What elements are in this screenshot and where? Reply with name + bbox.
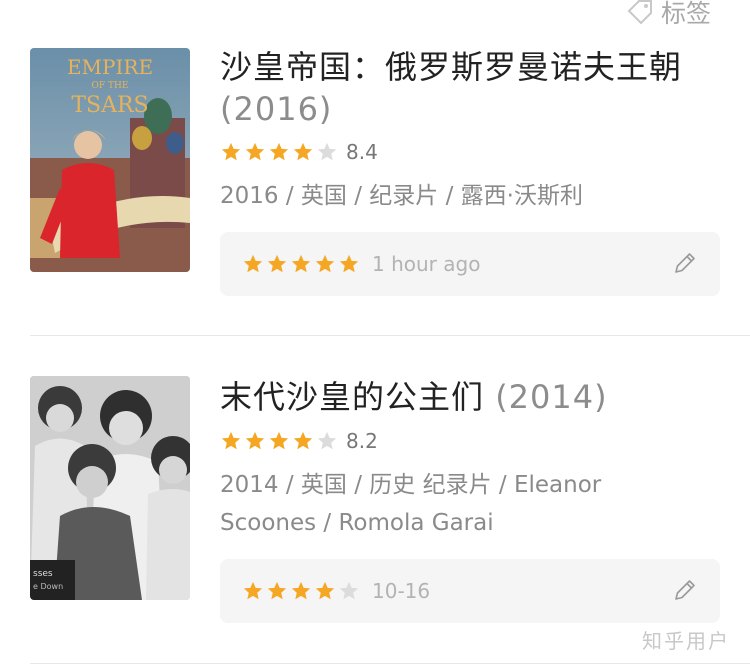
poster-text-line1: sses xyxy=(33,569,53,579)
rating-row: 8.4 xyxy=(220,139,378,165)
star-icon xyxy=(339,254,359,273)
my-rating-box[interactable]: 10-16 xyxy=(220,559,720,623)
poster-text-line2: e Down xyxy=(33,582,63,591)
my-rating-time: 10-16 xyxy=(372,579,431,603)
poster-image[interactable]: sses e Down xyxy=(30,376,190,600)
list-item: EMPIRE OF THE TSARS 沙皇帝国：俄罗斯罗曼诺夫王朝 (2016… xyxy=(0,0,750,336)
title-text: 沙皇帝国：俄罗斯罗曼诺夫王朝 xyxy=(220,48,683,86)
edit-icon[interactable] xyxy=(672,577,698,603)
my-rating-box[interactable]: 1 hour ago xyxy=(220,232,720,296)
star-icon xyxy=(293,431,313,450)
poster-title-line1: EMPIRE xyxy=(67,55,153,79)
star-icon xyxy=(245,142,265,161)
rating-stars xyxy=(220,430,338,452)
poster-title-line3: TSARS xyxy=(71,93,148,118)
title-year: (2014) xyxy=(495,378,608,416)
poster-image[interactable]: EMPIRE OF THE TSARS xyxy=(30,48,190,272)
star-icon xyxy=(269,431,289,450)
star-icon xyxy=(267,581,287,600)
movie-title[interactable]: 沙皇帝国：俄罗斯罗曼诺夫王朝 (2016) xyxy=(220,46,720,130)
star-icon xyxy=(221,142,241,161)
rating-stars xyxy=(220,141,338,163)
list-item: sses e Down 末代沙皇的公主们 (2014) 8.2 2014 / 英… xyxy=(0,336,750,670)
movie-title[interactable]: 末代沙皇的公主们 (2014) xyxy=(220,376,720,418)
star-icon xyxy=(221,431,241,450)
movie-meta: 2016 / 英国 / 纪录片 / 露西·沃斯利 xyxy=(220,183,583,209)
poster-title-line2: OF THE xyxy=(92,81,129,91)
my-rating-time: 1 hour ago xyxy=(372,252,481,276)
star-icon xyxy=(339,581,359,600)
star-icon xyxy=(291,254,311,273)
star-icon xyxy=(291,581,311,600)
rating-score: 8.2 xyxy=(346,429,378,453)
rating-score: 8.4 xyxy=(346,140,378,164)
star-icon xyxy=(267,254,287,273)
movie-meta: 2014 / 英国 / 历史 纪录片 / Eleanor Scoones / R… xyxy=(220,472,602,536)
watermark: 知乎用户 xyxy=(642,629,730,653)
star-icon xyxy=(245,431,265,450)
rating-row: 8.2 xyxy=(220,428,378,454)
star-icon xyxy=(243,581,263,600)
my-rating-stars xyxy=(242,253,360,275)
divider xyxy=(30,663,750,664)
star-icon xyxy=(317,431,337,450)
star-icon xyxy=(269,142,289,161)
star-icon xyxy=(293,142,313,161)
star-icon xyxy=(315,254,335,273)
star-icon xyxy=(317,142,337,161)
title-year: (2016) xyxy=(220,90,333,128)
my-rating-stars xyxy=(242,580,360,602)
star-icon xyxy=(315,581,335,600)
star-icon xyxy=(243,254,263,273)
edit-icon[interactable] xyxy=(672,250,698,276)
title-text: 末代沙皇的公主们 xyxy=(220,378,485,416)
